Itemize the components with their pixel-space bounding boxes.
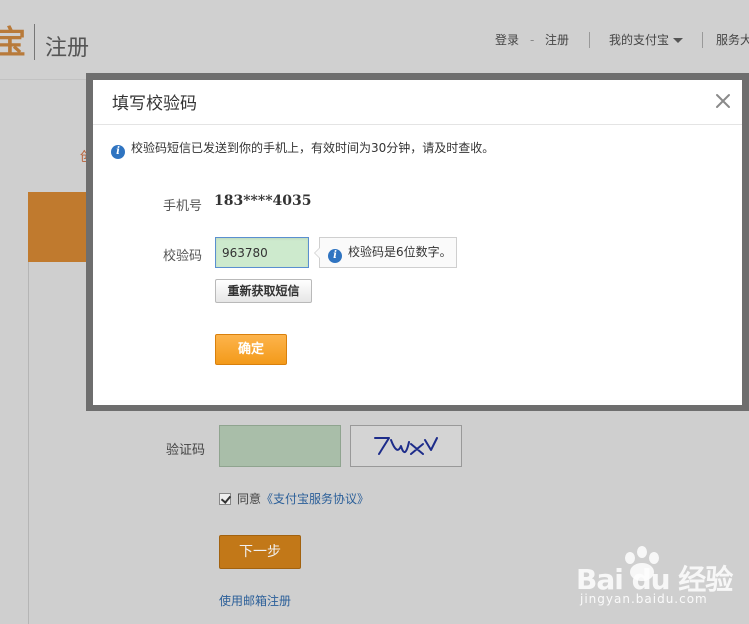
logo[interactable]: 宝 (0, 22, 26, 62)
agree-checkbox[interactable] (219, 493, 231, 505)
title-divider (34, 24, 35, 60)
nav-my-alipay-label: 我的支付宝 (609, 33, 670, 47)
next-step-button[interactable]: 下一步 (219, 535, 301, 569)
sms-sent-notice: i 校验码短信已发送到你的手机上，有效时间为30分钟，请及时查收。 (111, 140, 494, 159)
nav-divider (702, 32, 703, 48)
captcha-input[interactable] (219, 425, 341, 467)
info-icon: i (111, 145, 125, 159)
agreement-row: 同意《支付宝服务协议》 (219, 490, 369, 507)
email-register-link[interactable]: 使用邮箱注册 (219, 592, 291, 609)
verification-code-dialog: 填写校验码 i 校验码短信已发送到你的手机上，有效时间为30分钟，请及时查收。 手… (93, 80, 742, 405)
info-icon: i (328, 249, 342, 263)
service-agreement-link[interactable]: 《支付宝服务协议》 (261, 492, 369, 506)
sms-sent-text: 校验码短信已发送到你的手机上，有效时间为30分钟，请及时查收。 (131, 141, 495, 155)
nav-divider (589, 32, 590, 48)
nav-service-link[interactable]: 服务大 (716, 31, 749, 49)
agree-prefix: 同意 (237, 492, 262, 506)
captcha-glyphs (374, 437, 438, 455)
chevron-down-icon (673, 38, 684, 43)
code-hint-tooltip: i 校验码是6位数字。 (314, 237, 457, 268)
verification-code-input[interactable] (215, 237, 309, 268)
captcha-label: 验证码 (166, 443, 206, 458)
code-hint-text: 校验码是6位数字。 (348, 245, 452, 259)
nav-login-link[interactable]: 登录 (495, 31, 519, 49)
content-border (28, 262, 29, 624)
dialog-title: 填写校验码 (112, 94, 197, 114)
close-icon[interactable] (713, 91, 733, 111)
phone-label: 手机号 (163, 199, 203, 214)
nav-my-alipay[interactable]: 我的支付宝 (609, 31, 684, 49)
verification-code-label: 校验码 (163, 249, 203, 264)
dialog-divider (93, 124, 742, 125)
page-title: 注册 (45, 36, 90, 61)
nav-separator: - (530, 33, 535, 47)
nav-register-link[interactable]: 注册 (545, 31, 569, 49)
resend-sms-button[interactable]: 重新获取短信 (215, 279, 312, 303)
phone-value: 183****4035 (214, 193, 312, 209)
baidu-jingyan-watermark: Bai du 经验 jingyan.baidu.com (568, 546, 738, 608)
watermark-url: jingyan.baidu.com (580, 592, 708, 606)
site-header: 宝 注册 登录 - 注册 我的支付宝 服务大 (0, 0, 749, 80)
captcha-image[interactable] (350, 425, 462, 467)
confirm-button[interactable]: 确定 (215, 334, 287, 365)
